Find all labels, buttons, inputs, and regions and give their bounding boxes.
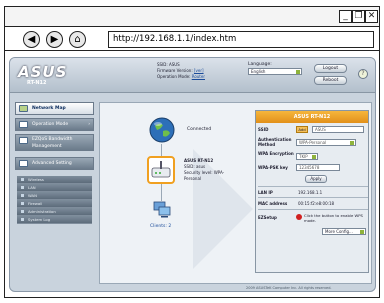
submenu-item-firewall[interactable]: Firewall bbox=[17, 200, 92, 208]
auth-label: Authentication Method bbox=[258, 137, 292, 147]
lan-ip-label: LAN IP bbox=[258, 190, 273, 195]
sidebar-item-label: Advanced Setting bbox=[32, 161, 72, 166]
submenu-item-wan[interactable]: WAN bbox=[17, 192, 92, 200]
sidebar: Network Map Operation Mode › EZQoS Bandw… bbox=[15, 102, 94, 284]
internet-status: Connected bbox=[187, 127, 212, 132]
language-select[interactable]: English bbox=[248, 68, 302, 75]
firmware-link[interactable]: [ver] bbox=[194, 68, 204, 73]
dropdown-arrow-icon bbox=[312, 155, 316, 159]
router-web-ui: ASUS RT-N12 SSID: ASUS Firmware Version:… bbox=[9, 57, 376, 292]
back-button[interactable]: ◀ bbox=[23, 31, 40, 48]
close-button[interactable]: ✕ bbox=[365, 10, 378, 23]
mode-info: Operation Mode: Router bbox=[157, 74, 205, 80]
internet-globe-icon[interactable] bbox=[149, 117, 175, 143]
wpa-key-input[interactable]: 12345678 bbox=[296, 164, 340, 171]
router-node[interactable] bbox=[147, 156, 175, 184]
dropdown-arrow-icon bbox=[350, 141, 354, 145]
browser-toolbar: ◀ ▶ ⌂ http://192.168.1.1/index.htm bbox=[5, 27, 379, 51]
home-button[interactable]: ⌂ bbox=[69, 31, 86, 48]
lan-ip-value: 192.168.1.1 bbox=[298, 190, 323, 195]
divider bbox=[258, 209, 368, 210]
submenu-item-administration[interactable]: Administration bbox=[17, 208, 92, 216]
copyright-footer: 2009 ASUSTeK Computer Inc. All rights re… bbox=[246, 286, 332, 290]
help-icon[interactable]: ? bbox=[358, 69, 368, 79]
address-bar[interactable]: http://192.168.1.1/index.htm bbox=[108, 31, 374, 48]
minimize-button[interactable]: _ bbox=[339, 10, 352, 23]
divider bbox=[258, 186, 368, 187]
network-map-icon bbox=[19, 105, 28, 112]
header-info: SSID: ASUS Firmware Version: [ver] Opera… bbox=[157, 62, 205, 80]
more-config-value: More Config... bbox=[325, 229, 353, 234]
ssid-add-button[interactable]: Add bbox=[296, 126, 308, 133]
network-map-panel: Connected ASUS RT-N12 SSID: asus Securit… bbox=[99, 102, 372, 284]
dropdown-arrow-icon bbox=[296, 70, 300, 74]
status-panel-title: ASUS RT-N12 bbox=[256, 111, 368, 123]
model-label: RT-N12 bbox=[27, 80, 47, 86]
mac-value: 00:15:f2:e8:00:18 bbox=[298, 201, 335, 206]
firmware-label: Firmware Version: bbox=[157, 68, 193, 73]
sidebar-item-operation-mode[interactable]: Operation Mode › bbox=[15, 118, 94, 131]
sidebar-item-network-map[interactable]: Network Map bbox=[15, 102, 94, 115]
browser-window: _ ❐ ✕ ◀ ▶ ⌂ http://192.168.1.1/index.htm… bbox=[4, 6, 380, 298]
mode-label: Operation Mode: bbox=[157, 74, 191, 79]
language-value: English bbox=[251, 69, 266, 74]
submenu-item-lan[interactable]: LAN bbox=[17, 184, 92, 192]
ssid-label: SSID bbox=[258, 127, 269, 132]
wpa-key-label: WPA-PSK key bbox=[258, 165, 288, 170]
reboot-button[interactable]: Reboot bbox=[314, 76, 347, 85]
auth-select[interactable]: WPA-Personal bbox=[296, 139, 356, 146]
more-config-select[interactable]: More Config... bbox=[322, 228, 366, 235]
advanced-setting-icon bbox=[19, 160, 28, 167]
logout-button[interactable]: Logout bbox=[314, 64, 347, 73]
clients-count[interactable]: Clients: 2 bbox=[150, 224, 171, 229]
operation-mode-icon bbox=[19, 121, 28, 128]
divider bbox=[258, 197, 368, 198]
router-summary: ASUS RT-N12 SSID: asus Security level: W… bbox=[184, 158, 224, 182]
submenu-item-wireless[interactable]: Wireless bbox=[17, 176, 92, 184]
advanced-submenu: Wireless LAN WAN Firewall Administration… bbox=[17, 176, 92, 224]
dropdown-arrow-icon bbox=[360, 230, 364, 234]
ezsetup-text: Click the button to enable WPS mode. bbox=[304, 213, 363, 223]
clients-icon[interactable] bbox=[152, 199, 172, 219]
ssid-input[interactable]: ASUS bbox=[312, 126, 364, 133]
wpa-enc-value: TKIP bbox=[299, 154, 308, 159]
qos-icon bbox=[19, 137, 28, 144]
wps-button[interactable] bbox=[296, 214, 302, 220]
sidebar-item-label: Network Map bbox=[32, 106, 66, 111]
sidebar-item-label: Operation Mode bbox=[32, 122, 69, 127]
title-bar: _ ❐ ✕ bbox=[5, 7, 379, 27]
auth-value: WPA-Personal bbox=[299, 140, 327, 145]
forward-button[interactable]: ▶ bbox=[46, 31, 63, 48]
sidebar-item-label: EZQoS Bandwidth Management bbox=[32, 137, 73, 149]
wpa-enc-label: WPA Encryption bbox=[258, 151, 294, 156]
wpa-enc-select[interactable]: TKIP bbox=[296, 153, 318, 160]
ezsetup-label: EZSetup bbox=[258, 215, 277, 220]
arrow-icon: › bbox=[88, 121, 90, 126]
language-label: Language: bbox=[248, 62, 272, 67]
status-panel: ASUS RT-N12 SSID Add ASUS Authentication… bbox=[255, 110, 369, 273]
maximize-button[interactable]: ❐ bbox=[352, 10, 365, 23]
sidebar-item-ezqos[interactable]: EZQoS Bandwidth Management bbox=[15, 134, 94, 151]
sidebar-item-advanced-setting[interactable]: Advanced Setting bbox=[15, 157, 94, 170]
router-security-cont: Personal bbox=[184, 176, 202, 181]
submenu-item-system-log[interactable]: System Log bbox=[17, 216, 92, 224]
router-icon bbox=[151, 161, 171, 178]
apply-button[interactable]: Apply bbox=[305, 175, 327, 183]
asus-logo: ASUS bbox=[18, 63, 68, 81]
router-header: ASUS RT-N12 SSID: ASUS Firmware Version:… bbox=[10, 58, 375, 93]
mac-label: MAC address bbox=[258, 201, 288, 206]
mode-link[interactable]: Router bbox=[192, 74, 205, 79]
router-name: ASUS RT-N12 bbox=[184, 158, 214, 163]
